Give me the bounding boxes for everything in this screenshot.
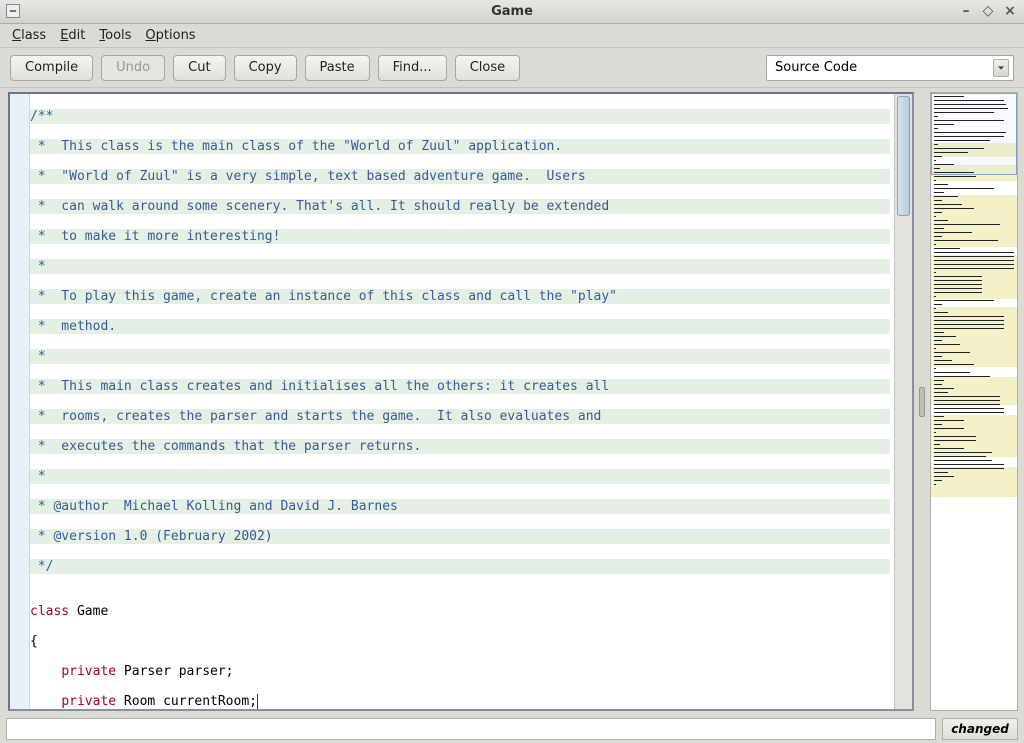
divider-handle-icon xyxy=(919,387,925,417)
minimap[interactable]: // placeholder; real lines drawn below i… xyxy=(930,92,1018,711)
minimize-icon[interactable]: – xyxy=(958,3,974,19)
chevron-down-icon xyxy=(993,59,1009,77)
code-line: private Room currentRoom; xyxy=(30,694,890,709)
statusbar: changed xyxy=(0,715,1024,743)
code-line: * xyxy=(30,259,53,274)
menu-tools[interactable]: Tools xyxy=(93,26,137,45)
code-editor[interactable]: /** * This class is the main class of th… xyxy=(30,94,894,709)
code-line: * @version 1.0 (February 2002) xyxy=(30,529,273,544)
view-select-value: Source Code xyxy=(775,60,857,75)
window-titlebar: Game – ◇ × xyxy=(0,0,1024,24)
code-line: * method. xyxy=(30,319,116,334)
maximize-icon[interactable]: ◇ xyxy=(980,3,996,19)
code-line: * "World of Zuul" is a very simple, text… xyxy=(30,169,594,184)
toolbar: Compile Undo Cut Copy Paste Find... Clos… xyxy=(0,48,1024,88)
scrollbar-thumb[interactable] xyxy=(897,96,910,216)
code-line: /** xyxy=(30,109,53,124)
code-line: class Game xyxy=(30,604,890,619)
code-line: */ xyxy=(30,559,53,574)
code-line: * xyxy=(30,469,53,484)
close-icon[interactable]: × xyxy=(1002,3,1018,19)
status-changed-indicator: changed xyxy=(942,718,1018,740)
copy-button[interactable]: Copy xyxy=(234,55,297,81)
menu-options[interactable]: Options xyxy=(139,26,201,45)
code-line: * To play this game, create an instance … xyxy=(30,289,617,304)
paste-button[interactable]: Paste xyxy=(305,55,370,81)
window-title: Game xyxy=(491,4,533,19)
menubar: Class Edit Tools Options xyxy=(0,24,1024,48)
code-line: * executes the commands that the parser … xyxy=(30,439,421,454)
cut-button[interactable]: Cut xyxy=(173,55,225,81)
menu-class[interactable]: Class xyxy=(6,26,52,45)
code-line: * @author Michael Kolling and David J. B… xyxy=(30,499,398,514)
code-line: * This class is the main class of the "W… xyxy=(30,139,570,154)
minimap-viewport[interactable] xyxy=(931,93,1017,175)
code-line: private Parser parser; xyxy=(30,664,890,679)
pane-divider[interactable] xyxy=(918,92,926,711)
undo-button[interactable]: Undo xyxy=(101,55,165,81)
vertical-scrollbar[interactable] xyxy=(894,94,912,709)
code-line: * to make it more interesting! xyxy=(30,229,280,244)
status-message xyxy=(6,718,936,740)
code-line: * rooms, creates the parser and starts t… xyxy=(30,409,601,424)
main-area: /** * This class is the main class of th… xyxy=(0,88,1024,715)
breakpoint-gutter[interactable] xyxy=(10,94,30,709)
code-line: { xyxy=(30,634,890,649)
view-select[interactable]: Source Code xyxy=(766,55,1014,81)
editor-frame: /** * This class is the main class of th… xyxy=(8,92,914,711)
find-button[interactable]: Find... xyxy=(378,55,447,81)
close-button[interactable]: Close xyxy=(455,55,520,81)
code-line: * This main class creates and initialise… xyxy=(30,379,609,394)
compile-button[interactable]: Compile xyxy=(10,55,93,81)
code-line: * can walk around some scenery. That's a… xyxy=(30,199,617,214)
menu-edit[interactable]: Edit xyxy=(54,26,91,45)
window-menu-icon[interactable] xyxy=(6,4,20,18)
code-line: * xyxy=(30,349,53,364)
